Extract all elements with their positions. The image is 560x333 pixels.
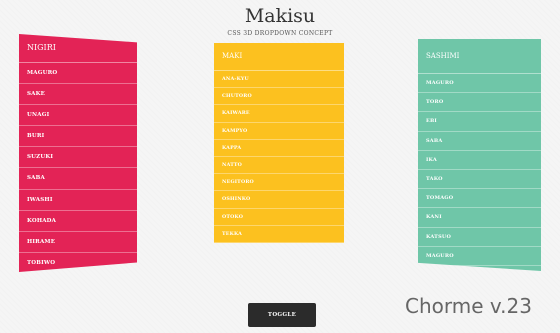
menu-item[interactable]: KOHADA xyxy=(19,211,137,232)
nigiri-dropdown: NIGIRI MAGURO SAKE UNAGI BURI SUZUKI SABA IWAS… xyxy=(19,34,137,272)
menu-item[interactable]: KAMPYO xyxy=(214,123,344,140)
menu-item[interactable]: SABA xyxy=(19,168,137,190)
menu-item[interactable]: TOMAGO xyxy=(418,189,541,209)
menu-item[interactable]: TEKKA xyxy=(214,226,344,243)
page-subtitle: CSS 3D DROPDOWN CONCEPT xyxy=(227,30,333,37)
menu-item[interactable]: SABA xyxy=(418,132,541,151)
menu-item[interactable]: TORO xyxy=(418,93,541,113)
version-label: Chorme v.23 xyxy=(405,294,532,318)
menu-item[interactable]: HIRAME xyxy=(19,232,137,253)
nigiri-dropdown-header[interactable]: NIGIRI xyxy=(19,34,137,63)
menu-item[interactable]: CHUTORO xyxy=(214,88,344,106)
menu-item[interactable]: TAKO xyxy=(418,170,541,190)
menu-item[interactable]: MAGURO xyxy=(418,247,541,266)
menu-item[interactable]: SAKE xyxy=(19,84,137,106)
menu-item[interactable]: EBI xyxy=(418,112,541,132)
sashimi-dropdown-header[interactable]: SASHIMI xyxy=(418,39,541,74)
maki-dropdown-header[interactable]: MAKI xyxy=(214,43,344,71)
menu-item[interactable]: KAPPA xyxy=(214,140,344,157)
menu-item[interactable]: OSHINKO xyxy=(214,191,344,209)
menu-item[interactable]: SUZUKI xyxy=(19,147,137,169)
menu-item[interactable]: IWASHI xyxy=(19,190,137,211)
menu-item[interactable]: KANI xyxy=(418,208,541,228)
menu-item[interactable]: KAIWARE xyxy=(214,105,344,123)
sashimi-dropdown: SASHIMI MAGURO TORO EBI SABA IKA TAKO TOMAGO KA… xyxy=(418,39,541,271)
menu-item[interactable]: OTOKO xyxy=(214,209,344,226)
maki-dropdown: MAKI ANA-KYU CHUTORO KAIWARE KAMPYO KAPPA NAT… xyxy=(214,43,344,243)
menu-item[interactable]: BURI xyxy=(19,126,137,148)
menu-item[interactable]: MAGURO xyxy=(418,74,541,94)
menu-item[interactable]: TOBIWO xyxy=(19,253,137,272)
page-title: Makisu xyxy=(244,5,316,27)
menu-item[interactable]: UNAGI xyxy=(19,105,137,127)
toggle-button[interactable]: TOGGLE xyxy=(248,303,316,327)
menu-item[interactable]: IKA xyxy=(418,151,541,170)
menu-item[interactable]: NATTO xyxy=(214,157,344,175)
menu-item[interactable]: KATSUO xyxy=(418,228,541,247)
menu-item[interactable]: NEGITORO xyxy=(214,174,344,192)
menu-item[interactable]: MAGURO xyxy=(19,63,137,85)
menu-item[interactable]: ANA-KYU xyxy=(214,71,344,89)
